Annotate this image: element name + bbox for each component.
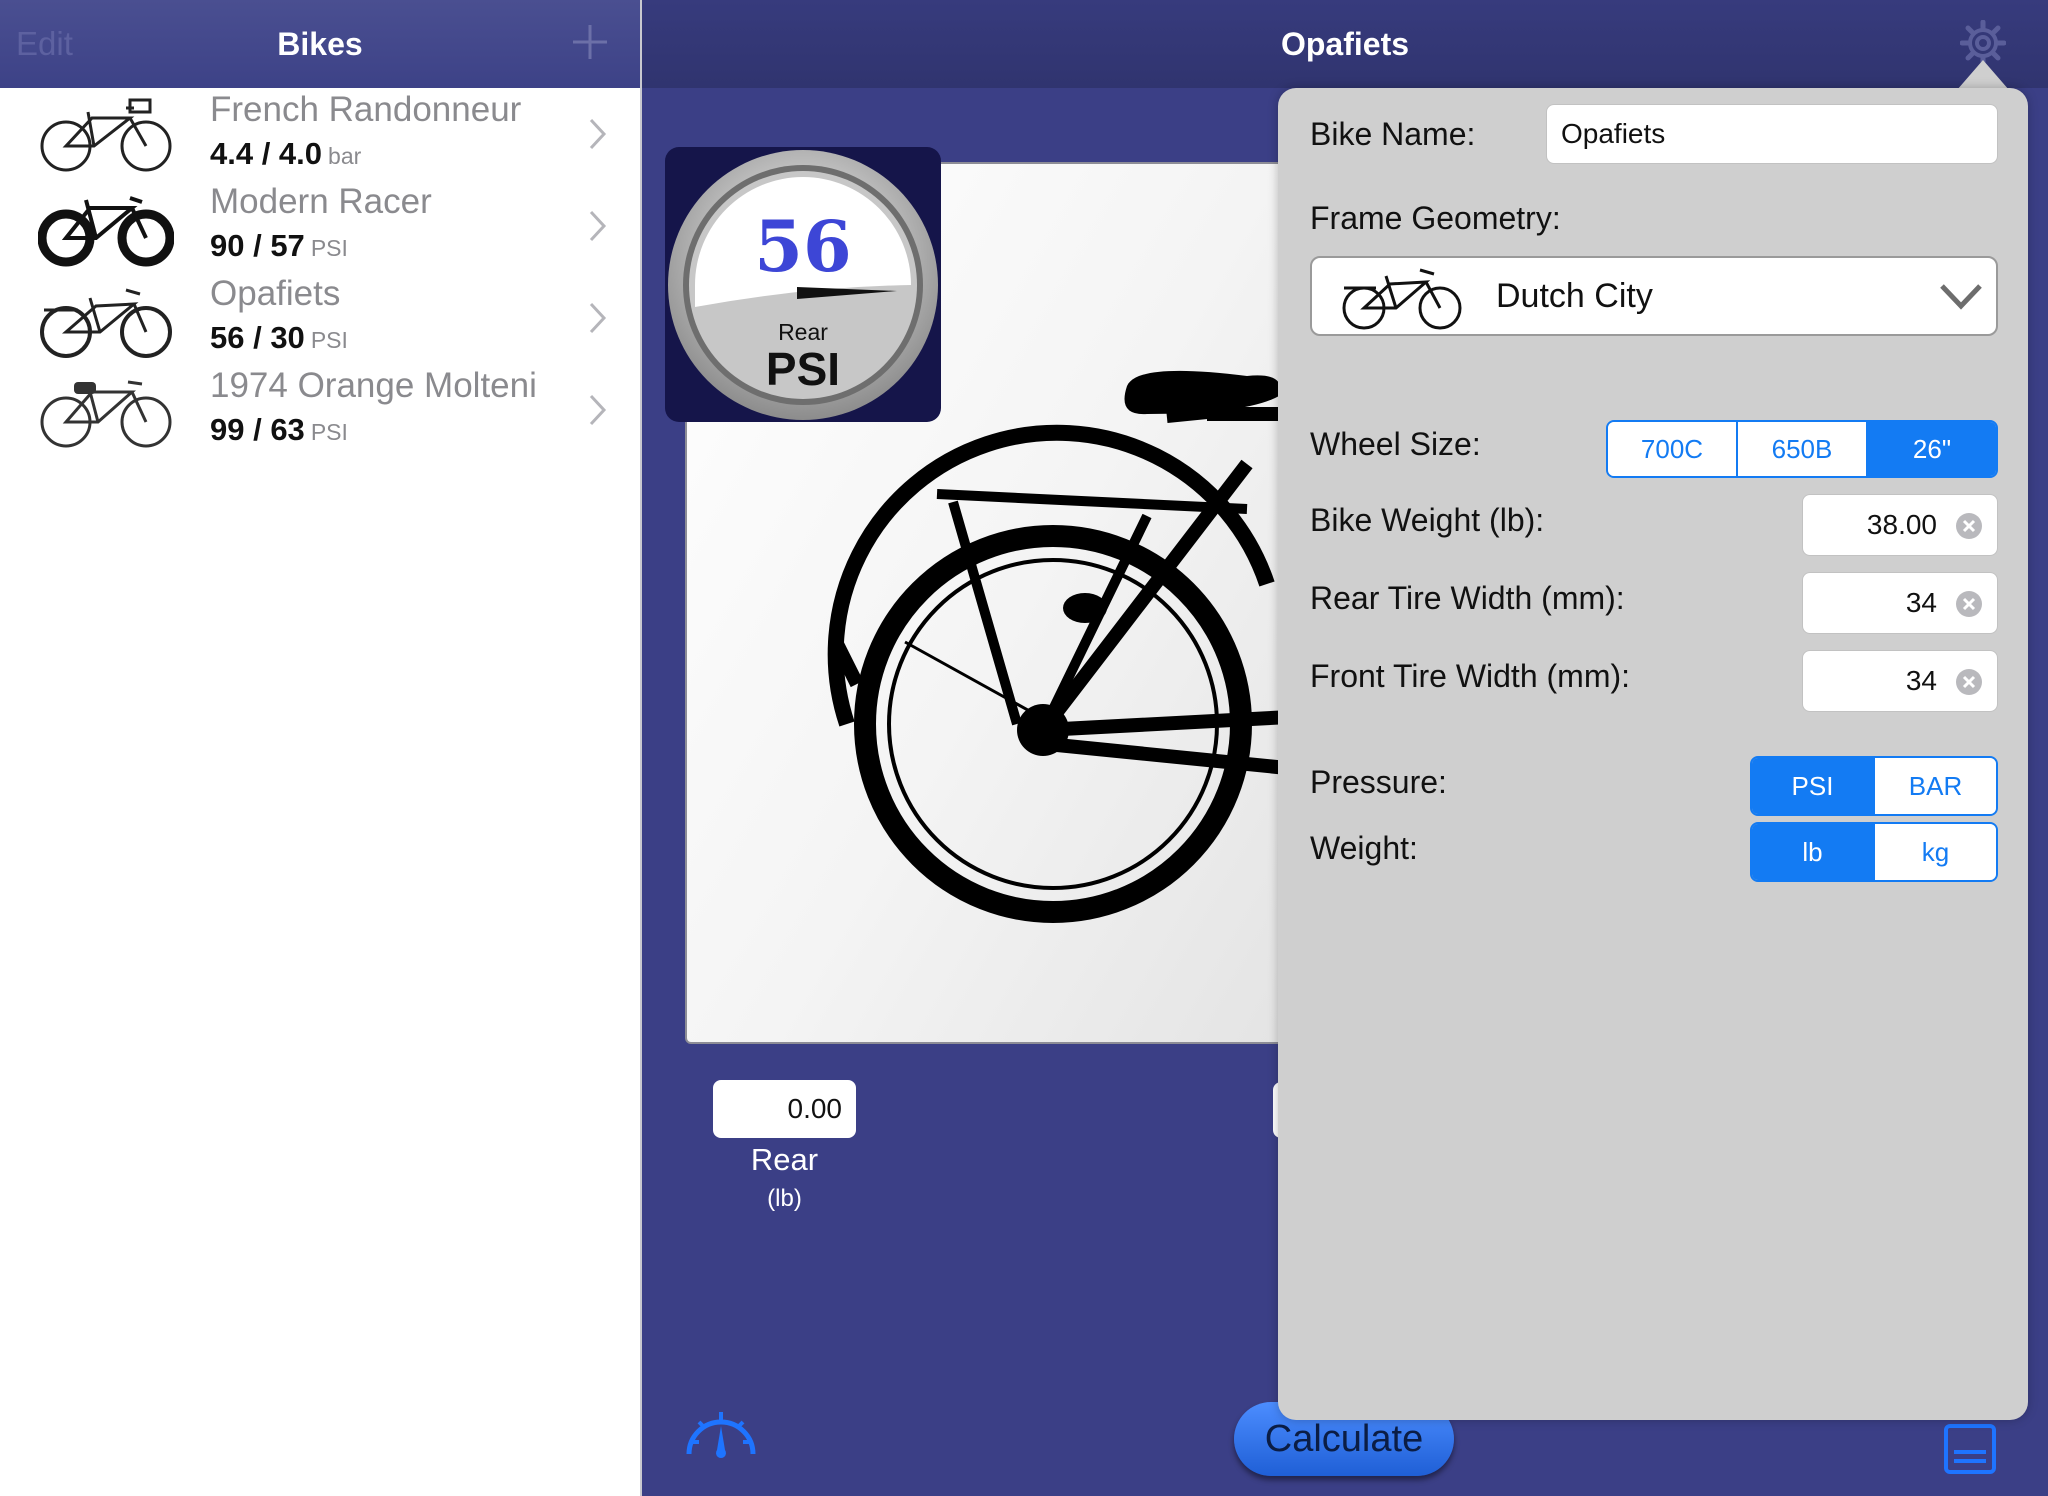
bike-weight-label: Bike Weight (lb): bbox=[1310, 502, 1545, 538]
rear-tire-width-value: 34 bbox=[1905, 587, 1937, 618]
bike-name: French Randonneur bbox=[210, 90, 522, 129]
bike-row-french-randonneur[interactable]: French Randonneur 4.4 / 4.0 bar bbox=[0, 88, 640, 180]
page-title: Opafiets bbox=[1280, 26, 1410, 62]
bike-row-modern-racer[interactable]: Modern Racer 90 / 57 PSI bbox=[0, 180, 640, 272]
bike-thumbnail-icon bbox=[40, 98, 172, 172]
pressure-unit-label: Pressure: bbox=[1310, 764, 1447, 800]
bike-row-1974-orange-molteni[interactable]: 1974 Orange Molteni 99 / 63 PSI bbox=[0, 364, 640, 456]
frame-geometry-label: Frame Geometry: bbox=[1310, 200, 1561, 236]
rear-weight-field[interactable]: 0.00 bbox=[713, 1080, 856, 1138]
bike-pressure: 90 / 57 PSI bbox=[210, 228, 348, 263]
bike-name: Modern Racer bbox=[210, 182, 432, 221]
notes-icon[interactable] bbox=[1942, 1420, 1998, 1474]
wheel-size-segmented-control: 700C 650B 26" bbox=[1606, 420, 1998, 478]
gauge-value: 56 bbox=[754, 205, 852, 288]
pressure-unit-bar[interactable]: BAR bbox=[1873, 758, 1996, 814]
clear-icon[interactable] bbox=[1955, 668, 1983, 696]
weight-unit-lb[interactable]: lb bbox=[1752, 824, 1873, 880]
bike-thumbnail-icon bbox=[38, 196, 174, 267]
bike-pressure: 56 / 30 PSI bbox=[210, 320, 348, 355]
bike-list-pane: Edit Bikes French Randonneur 4.4 / 4.0 ba… bbox=[0, 0, 642, 1496]
speedometer-icon[interactable] bbox=[683, 1400, 759, 1464]
front-tire-width-field[interactable]: 34 bbox=[1802, 650, 1998, 712]
bike-list-title: Bikes bbox=[277, 26, 363, 62]
weight-unit-label: Weight: bbox=[1310, 830, 1418, 866]
clear-icon[interactable] bbox=[1955, 590, 1983, 618]
plus-icon[interactable] bbox=[570, 22, 610, 62]
gauge-unit-label: PSI bbox=[765, 343, 841, 395]
bike-row-opafiets[interactable]: Opafiets 56 / 30 PSI bbox=[0, 272, 640, 364]
frame-geometry-value: Dutch City bbox=[1496, 277, 1653, 315]
pressure-unit-segmented-control: PSI BAR bbox=[1750, 756, 1998, 816]
bike-list-nav-bar: Edit Bikes bbox=[0, 0, 640, 88]
rear-tire-width-label: Rear Tire Width (mm): bbox=[1310, 580, 1625, 616]
bike-thumbnail-icon bbox=[40, 380, 172, 448]
chevron-right-icon bbox=[589, 302, 607, 334]
wheel-size-label: Wheel Size: bbox=[1310, 426, 1481, 462]
wheel-size-700c[interactable]: 700C bbox=[1608, 422, 1736, 476]
bike-name-label: Bike Name: bbox=[1310, 116, 1476, 152]
clear-icon[interactable] bbox=[1955, 512, 1983, 540]
rear-weight-unit: (lb) bbox=[767, 1185, 802, 1212]
pressure-gauge: 56 Rear PSI bbox=[665, 147, 941, 422]
detail-nav-bar: Opafiets bbox=[642, 0, 2048, 88]
dutch-city-bike-icon bbox=[1342, 268, 1462, 330]
frame-geometry-select[interactable]: Dutch City bbox=[1310, 256, 1998, 336]
front-tire-width-label: Front Tire Width (mm): bbox=[1310, 658, 1631, 694]
chevron-right-icon bbox=[589, 394, 607, 426]
bike-name: Opafiets bbox=[210, 274, 341, 313]
weight-unit-segmented-control: lb kg bbox=[1750, 822, 1998, 882]
bike-weight-field[interactable]: 38.00 bbox=[1802, 494, 1998, 556]
pressure-unit-psi[interactable]: PSI bbox=[1752, 758, 1873, 814]
weight-unit-kg[interactable]: kg bbox=[1873, 824, 1996, 880]
bike-pressure: 99 / 63 PSI bbox=[210, 412, 348, 447]
popover-arrow bbox=[1957, 60, 2009, 90]
bike-name-input[interactable]: Opafiets bbox=[1546, 104, 1998, 164]
bike-weight-value: 38.00 bbox=[1866, 509, 1937, 540]
chevron-right-icon bbox=[589, 118, 607, 150]
bike-settings-popover: Bike Name: Opafiets Frame Geometry: Dutc… bbox=[1278, 88, 2028, 1420]
wheel-size-26[interactable]: 26" bbox=[1866, 422, 1996, 476]
rear-tire-width-field[interactable]: 34 bbox=[1802, 572, 1998, 634]
bike-thumbnail-icon bbox=[40, 288, 172, 358]
chevron-down-icon bbox=[1940, 284, 1982, 310]
front-tire-width-value: 34 bbox=[1905, 665, 1937, 696]
bike-pressure: 4.4 / 4.0 bar bbox=[210, 136, 362, 171]
wheel-size-650b[interactable]: 650B bbox=[1736, 422, 1866, 476]
chevron-right-icon bbox=[589, 210, 607, 242]
rear-weight-label: Rear bbox=[750, 1142, 819, 1177]
bike-name: 1974 Orange Molteni bbox=[210, 366, 537, 405]
